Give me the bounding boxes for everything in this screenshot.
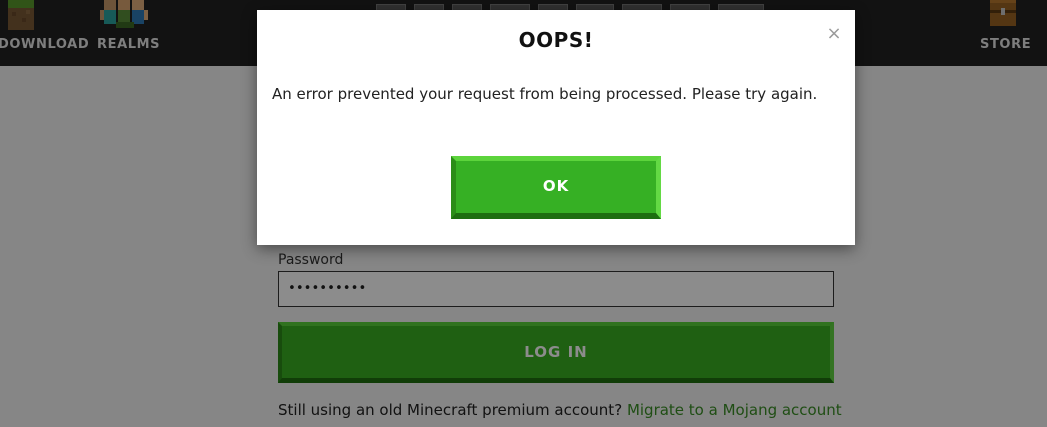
- ok-button[interactable]: OK: [451, 156, 661, 219]
- error-modal: OOPS! × An error prevented your request …: [257, 10, 855, 245]
- close-icon[interactable]: ×: [825, 24, 843, 44]
- modal-message: An error prevented your request from bei…: [272, 85, 818, 103]
- page: DOWNLOAD REALMS STORE Password •••••••••…: [0, 0, 1047, 427]
- modal-title: OOPS!: [518, 28, 594, 52]
